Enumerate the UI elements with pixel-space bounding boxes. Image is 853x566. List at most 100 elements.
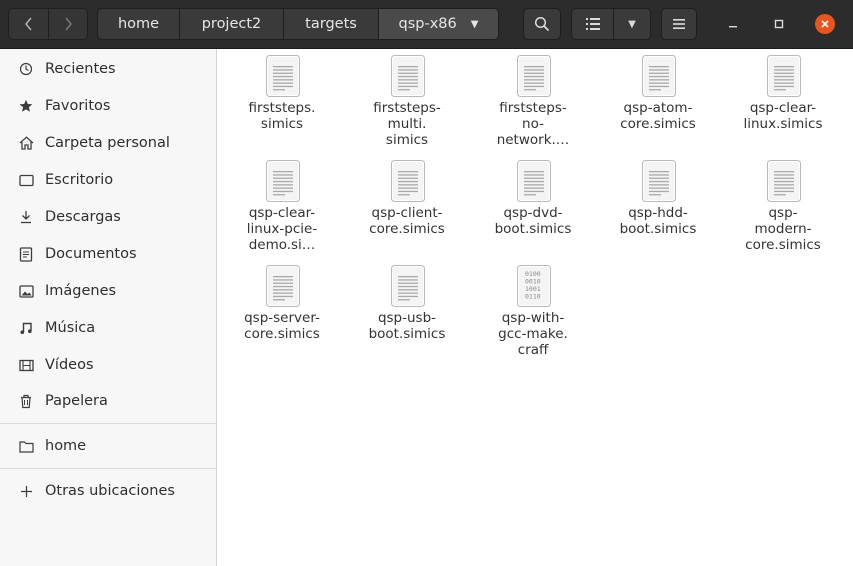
sidebar-item-label: home: [45, 438, 87, 454]
sidebar-item-label: Otras ubicaciones: [45, 483, 175, 499]
list-view-button[interactable]: [571, 8, 613, 40]
file-grid: firststeps. simics firststeps- multi. sim…: [218, 49, 853, 566]
file-name: firststeps. simics: [248, 100, 316, 132]
minimize-button[interactable]: [723, 14, 743, 34]
sidebar: Recientes Favoritos Carpeta personal Esc…: [0, 49, 217, 566]
view-options-dropdown[interactable]: ▼: [613, 8, 651, 40]
video-icon: [17, 357, 35, 373]
file-name: qsp-hdd- boot.simics: [619, 205, 697, 237]
file-item[interactable]: qsp-clear- linux.simics: [723, 49, 843, 154]
breadcrumb-label: home: [117, 16, 160, 32]
file-name: firststeps- no- network.…: [496, 100, 570, 148]
text-file-icon: [515, 159, 553, 203]
document-icon: [17, 246, 35, 262]
text-file-icon: [640, 54, 678, 98]
sidebar-item-papelera[interactable]: Papelera: [0, 385, 216, 417]
header-bar: home project2 targets qsp-x86 ▼ ▼: [0, 0, 853, 49]
desktop-icon: [17, 172, 35, 188]
breadcrumb-qsp-x86[interactable]: qsp-x86 ▼: [378, 8, 499, 40]
star-icon: [17, 98, 35, 114]
sidebar-item-videos[interactable]: Vídeos: [0, 349, 216, 381]
sidebar-item-label: Vídeos: [45, 357, 94, 373]
binary-file-icon: 0100 0010 1001 0110: [515, 264, 553, 308]
sidebar-item-label: Papelera: [45, 393, 108, 409]
sidebar-item-label: Imágenes: [45, 283, 117, 299]
maximize-icon: [774, 19, 784, 29]
sidebar-item-label: Descargas: [45, 209, 121, 225]
text-file-icon: [389, 159, 427, 203]
search-button[interactable]: [523, 8, 561, 40]
breadcrumb-label: project2: [201, 16, 262, 32]
sidebar-item-otras-ubicaciones[interactable]: Otras ubicaciones: [0, 475, 216, 507]
menu-button[interactable]: [661, 8, 697, 40]
sidebar-separator: [0, 423, 216, 424]
file-name: qsp-usb- boot.simics: [368, 310, 446, 342]
chevron-left-icon: [24, 17, 32, 31]
file-item[interactable]: qsp-dvd- boot.simics: [473, 154, 593, 259]
sidebar-item-favoritos[interactable]: Favoritos: [0, 90, 216, 122]
file-name: qsp-clear- linux.simics: [743, 100, 823, 132]
sidebar-item-home[interactable]: home: [0, 430, 216, 462]
search-icon: [534, 16, 550, 32]
sidebar-separator: [0, 468, 216, 469]
breadcrumb: home project2 targets qsp-x86 ▼: [97, 8, 499, 40]
file-item[interactable]: qsp-hdd- boot.simics: [598, 154, 718, 259]
download-icon: [17, 209, 35, 225]
file-name: qsp-dvd- boot.simics: [494, 205, 572, 237]
file-name: qsp-atom- core.simics: [620, 100, 696, 132]
sidebar-item-documentos[interactable]: Documentos: [0, 238, 216, 270]
sidebar-item-carpeta-personal[interactable]: Carpeta personal: [0, 127, 216, 159]
image-icon: [17, 283, 35, 299]
breadcrumb-label: targets: [305, 16, 357, 32]
file-name: qsp-client- core.simics: [369, 205, 445, 237]
minimize-icon: [729, 26, 737, 28]
file-name: qsp-server- core.simics: [244, 310, 320, 342]
list-view-icon: [585, 18, 600, 30]
close-icon: [821, 20, 829, 28]
sidebar-item-descargas[interactable]: Descargas: [0, 201, 216, 233]
chevron-right-icon: [65, 17, 72, 31]
hamburger-menu-icon: [673, 19, 685, 29]
sidebar-item-label: Favoritos: [45, 98, 111, 114]
file-name: qsp-clear- linux-pcie- demo.si…: [246, 205, 318, 253]
folder-icon: [17, 438, 35, 454]
sidebar-item-label: Música: [45, 320, 96, 336]
forward-button[interactable]: [48, 8, 88, 40]
dropdown-arrow-icon: ▼: [628, 18, 636, 30]
file-item[interactable]: qsp-atom- core.simics: [598, 49, 718, 154]
file-item[interactable]: firststeps. simics: [222, 49, 342, 154]
file-name: qsp- modern- core.simics: [745, 205, 821, 253]
file-name: qsp-with- gcc-make. craff: [498, 310, 568, 358]
plus-icon: [17, 483, 35, 499]
file-item[interactable]: qsp-usb- boot.simics: [347, 259, 467, 364]
back-button[interactable]: [8, 8, 48, 40]
view-options: ▼: [571, 8, 651, 40]
text-file-icon: [765, 54, 803, 98]
sidebar-item-label: Documentos: [45, 246, 137, 262]
text-file-icon: [264, 54, 302, 98]
sidebar-item-recientes[interactable]: Recientes: [0, 53, 216, 85]
file-item[interactable]: qsp- modern- core.simics: [723, 154, 843, 259]
breadcrumb-project2[interactable]: project2: [179, 8, 283, 40]
file-item[interactable]: qsp-server- core.simics: [222, 259, 342, 364]
breadcrumb-home[interactable]: home: [97, 8, 179, 40]
sidebar-item-label: Carpeta personal: [45, 135, 170, 151]
file-item[interactable]: 0100 0010 1001 0110 qsp-with- gcc-make. craf…: [473, 259, 593, 364]
text-file-icon: [389, 54, 427, 98]
text-file-icon: [765, 159, 803, 203]
text-file-icon: [640, 159, 678, 203]
close-button[interactable]: [815, 14, 835, 34]
navigation-buttons: [8, 8, 88, 40]
sidebar-item-imagenes[interactable]: Imágenes: [0, 275, 216, 307]
file-item[interactable]: firststeps- no- network.…: [473, 49, 593, 154]
sidebar-item-label: Recientes: [45, 61, 116, 77]
sidebar-item-musica[interactable]: Música: [0, 312, 216, 344]
breadcrumb-targets[interactable]: targets: [283, 8, 378, 40]
file-item[interactable]: firststeps- multi. simics: [347, 49, 467, 154]
sidebar-item-escritorio[interactable]: Escritorio: [0, 164, 216, 196]
maximize-button[interactable]: [769, 14, 789, 34]
sidebar-item-label: Escritorio: [45, 172, 114, 188]
file-item[interactable]: qsp-clear- linux-pcie- demo.si…: [222, 154, 342, 259]
file-item[interactable]: qsp-client- core.simics: [347, 154, 467, 259]
file-name: firststeps- multi. simics: [373, 100, 441, 148]
